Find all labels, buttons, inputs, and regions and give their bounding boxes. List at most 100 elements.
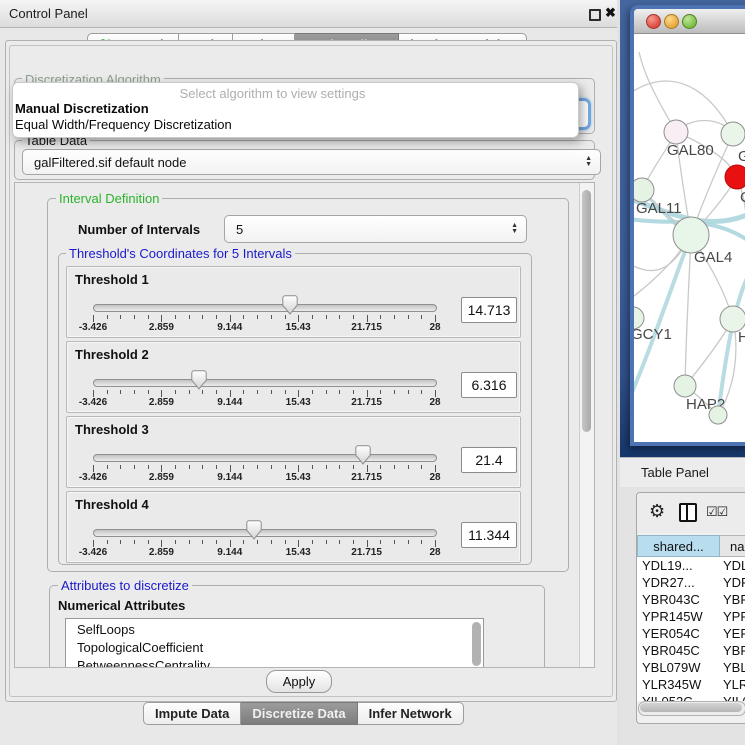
threshold-slider-track[interactable] [93, 379, 437, 387]
network-node-label: GAL80 [667, 142, 714, 159]
threshold-label: Threshold 1 [75, 272, 149, 287]
tick-label: 15.43 [286, 322, 311, 333]
tick-label: -3.426 [79, 397, 107, 408]
float-window-icon[interactable] [589, 9, 601, 21]
cell-name: YER0 [718, 625, 745, 642]
cell-shared-name: YPR145W [637, 608, 718, 625]
cell-name: YDR2 [718, 574, 745, 591]
attribute-item-selfloops[interactable]: SelfLoops [66, 621, 483, 639]
network-node-gal11[interactable] [634, 178, 654, 202]
close-icon[interactable]: ✖ [605, 5, 616, 21]
tick-label: -3.426 [79, 322, 107, 333]
cell-name: YPR1 [718, 608, 745, 625]
threshold-slider-thumb[interactable] [191, 370, 207, 390]
number-of-intervals-label: Number of Intervals [78, 222, 200, 237]
table-row[interactable]: YBL079WYBL0 [637, 659, 745, 676]
table-data-value: galFiltered.sif default node [34, 155, 186, 170]
network-window[interactable]: GAL80GACGAL11GAL4GCY1HHAP2 [630, 5, 745, 446]
threshold-slider-track[interactable] [93, 304, 437, 312]
threshold-slider-thumb[interactable] [355, 445, 371, 465]
thresholds-group-title: Threshold's Coordinates for 5 Intervals [66, 246, 295, 261]
minimize-traffic-light-icon[interactable] [664, 14, 679, 29]
table-row[interactable]: YDL19...YDL1 [637, 557, 745, 574]
table-row[interactable]: YBR043CYBR0 [637, 591, 745, 608]
numerical-attributes-list[interactable]: SelfLoopsTopologicalCoefficientBetweenne… [65, 618, 484, 668]
interval-definition-group: Interval Definition Number of Intervals … [47, 198, 569, 572]
tick-label: 28 [429, 472, 440, 483]
table-panel-title: Table Panel [641, 465, 709, 480]
attribute-item-topologicalcoefficient[interactable]: TopologicalCoefficient [66, 639, 483, 657]
thresholds-group: Threshold's Coordinates for 5 Intervals … [58, 253, 532, 565]
network-node-c[interactable] [725, 165, 745, 189]
table-hscrollbar[interactable] [638, 701, 745, 716]
network-node-gal4[interactable] [673, 217, 709, 253]
tick-label: -3.426 [79, 547, 107, 558]
settings-scrollpane: Interval Definition Number of Intervals … [14, 182, 595, 668]
tick-label: 28 [429, 397, 440, 408]
threshold-slider-track[interactable] [93, 529, 437, 537]
tab-infer-network[interactable]: Infer Network [358, 702, 464, 725]
table-row[interactable]: YIL052CYIL0 [637, 693, 745, 701]
tick-label: 15.43 [286, 472, 311, 483]
tick-label: 9.144 [217, 547, 242, 558]
tick-label: 21.715 [351, 547, 382, 558]
apply-button[interactable]: Apply [266, 670, 332, 693]
network-window-titlebar[interactable] [634, 9, 745, 34]
settings-scrollbar-thumb[interactable] [582, 190, 591, 432]
tick-label: 2.859 [149, 397, 174, 408]
columns-icon[interactable] [679, 503, 697, 522]
zoom-traffic-light-icon[interactable] [682, 14, 697, 29]
network-node-label: GA [738, 148, 745, 165]
algorithm-popup-hint: Select algorithm to view settings [13, 86, 578, 101]
network-node-label: GAL4 [694, 249, 732, 266]
numerical-attributes-label: Numerical Attributes [58, 598, 185, 613]
algorithm-option-equal-width-frequency-discretization[interactable]: Equal Width/Frequency Discretization [15, 117, 232, 132]
network-node-ga[interactable] [721, 122, 745, 146]
gear-icon[interactable]: ⚙ [649, 501, 665, 522]
threshold-value-field[interactable] [461, 297, 517, 323]
threshold-label: Threshold 4 [75, 497, 149, 512]
network-node[interactable] [709, 406, 727, 424]
attribute-item-betweennesscentrality[interactable]: BetweennessCentrality [66, 657, 483, 668]
cell-shared-name: YER054C [637, 625, 718, 642]
network-view[interactable]: GAL80GACGAL11GAL4GCY1HHAP2 [634, 34, 745, 434]
threshold-label: Threshold 3 [75, 422, 149, 437]
threshold-slider-track[interactable] [93, 454, 437, 462]
network-node-label: H [738, 329, 745, 346]
network-node-hap2[interactable] [674, 375, 696, 397]
threshold-value-field[interactable] [461, 372, 517, 398]
table-row[interactable]: YDR27...YDR2 [637, 574, 745, 591]
cell-name: YDL1 [718, 557, 745, 574]
cell-name: YBR0 [718, 642, 745, 659]
tick-label: 21.715 [351, 472, 382, 483]
number-of-intervals-spinner[interactable]: 5 ▲▼ [224, 215, 527, 243]
tick-label: 21.715 [351, 322, 382, 333]
tab-discretize-data[interactable]: Discretize Data [241, 702, 357, 725]
network-node-gal80[interactable] [664, 120, 688, 144]
threshold-slider-thumb[interactable] [282, 295, 298, 315]
table-row[interactable]: YPR145WYPR1 [637, 608, 745, 625]
select-columns-icon[interactable]: ☑☑ [706, 504, 727, 520]
threshold-value-field[interactable] [461, 447, 517, 473]
cell-shared-name: YDR27... [637, 574, 718, 591]
tick-label: 15.43 [286, 547, 311, 558]
settings-scrollbar[interactable] [579, 183, 594, 667]
table-panel: ⚙ ☑☑ shared... na YDL19...YDL1YDR27...YD… [636, 492, 745, 724]
table-row[interactable]: YER054CYER0 [637, 625, 745, 642]
tick-label: 9.144 [217, 472, 242, 483]
threshold-value-field[interactable] [461, 522, 517, 548]
cell-name: YBL0 [718, 659, 745, 676]
table-data-combobox[interactable]: galFiltered.sif default node ▲▼ [22, 149, 601, 175]
close-traffic-light-icon[interactable] [646, 14, 661, 29]
attributes-list-scrollbar[interactable] [472, 622, 481, 666]
column-header-shared[interactable]: shared... [637, 535, 720, 557]
table-hscrollbar-thumb[interactable] [640, 703, 742, 712]
column-header-name[interactable]: na [720, 535, 745, 557]
cell-shared-name: YBR043C [637, 591, 718, 608]
tick-label: 2.859 [149, 472, 174, 483]
table-row[interactable]: YLR345WYLR3 [637, 676, 745, 693]
algorithm-option-manual-discretization[interactable]: Manual Discretization [15, 101, 149, 116]
threshold-slider-thumb[interactable] [246, 520, 262, 540]
tab-impute-data[interactable]: Impute Data [143, 702, 241, 725]
table-row[interactable]: YBR045CYBR0 [637, 642, 745, 659]
